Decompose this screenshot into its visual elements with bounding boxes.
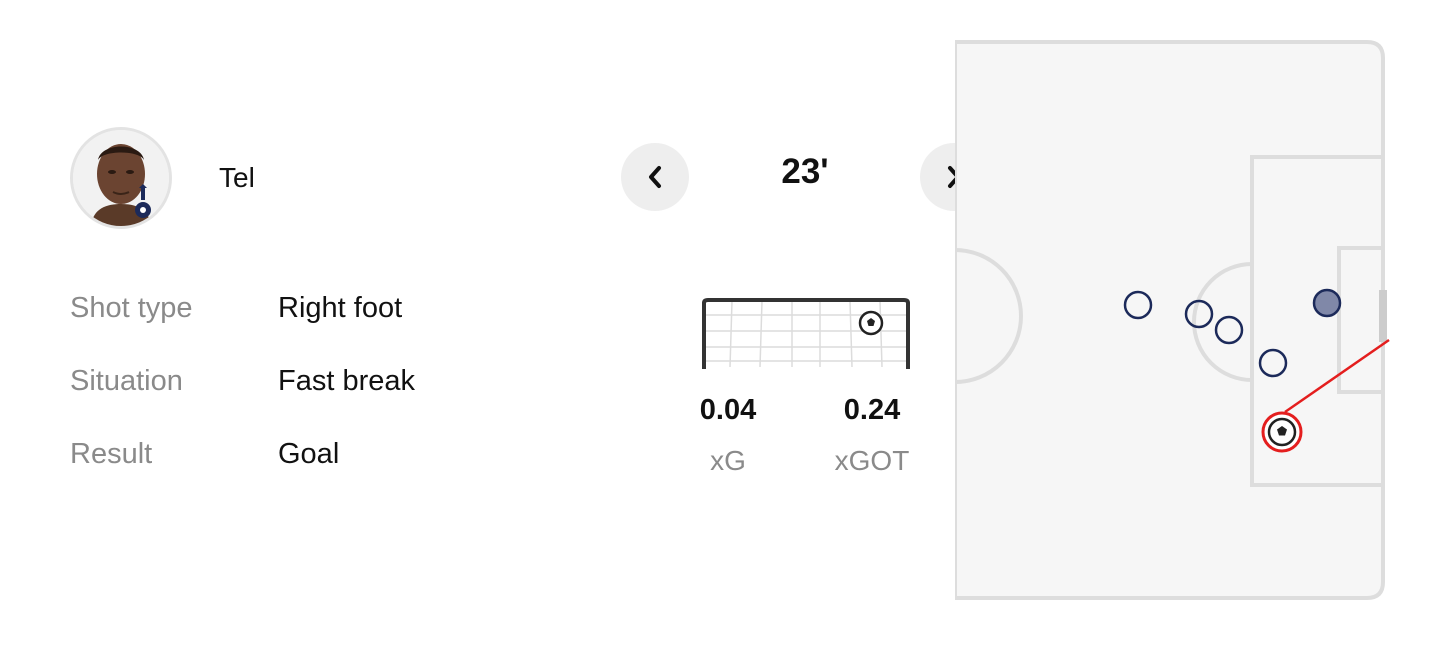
xg-value: 0.04	[699, 394, 757, 426]
shot-details: Shot type Right foot Situation Fast brea…	[70, 292, 415, 511]
detail-value: Fast break	[278, 365, 415, 397]
goalkeeper-marker	[1312, 288, 1342, 318]
shot-minute: 23'	[781, 152, 829, 191]
detail-row-situation: Situation Fast break	[70, 365, 415, 438]
xg-label: xG	[710, 445, 746, 476]
xgot-label: xGOT	[834, 445, 910, 476]
detail-value: Goal	[278, 438, 340, 470]
goal-mouth-graphic	[700, 297, 912, 376]
player-header: Tel	[70, 127, 255, 229]
detail-row-shot-type: Shot type Right foot	[70, 292, 415, 365]
detail-row-result: Result Goal	[70, 438, 415, 511]
xgot-value: 0.24	[843, 394, 901, 426]
detail-label: Shot type	[70, 292, 193, 324]
detail-value: Right foot	[278, 292, 403, 324]
goal-post	[1379, 290, 1387, 342]
chevron-left-icon	[649, 166, 661, 188]
shot-location-marker	[1261, 411, 1303, 453]
ball-icon	[858, 310, 884, 336]
player-name[interactable]: Tel	[219, 162, 255, 194]
shot-map-pitch	[955, 0, 1456, 669]
player-avatar	[70, 127, 172, 229]
detail-label: Result	[70, 438, 153, 470]
detail-label: Situation	[70, 365, 183, 397]
previous-shot-button[interactable]	[621, 143, 689, 211]
